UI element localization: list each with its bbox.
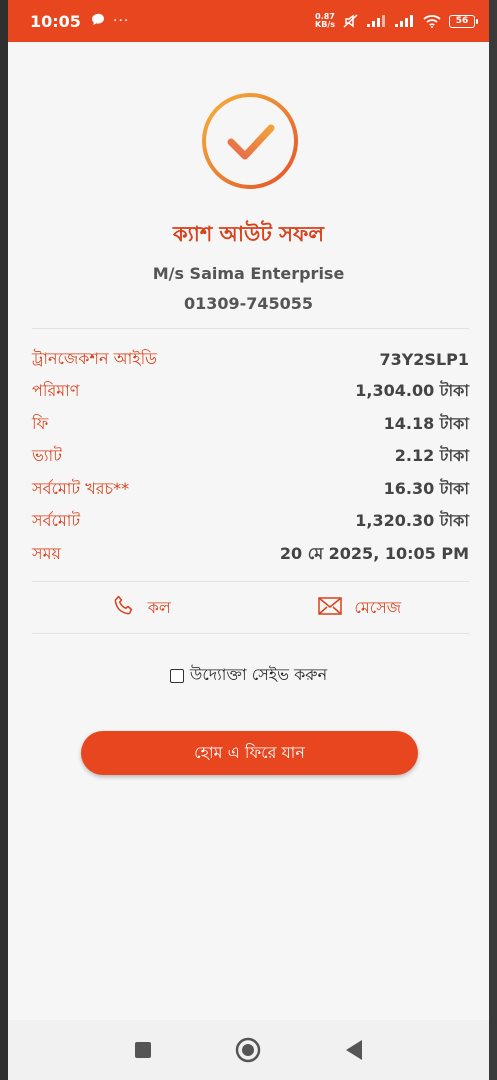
- message-button[interactable]: মেসেজ: [251, 592, 470, 624]
- transaction-details: ট্রানজেকশন আইডি 73Y2SLP1 পরিমাণ 1,304.00…: [32, 343, 469, 571]
- recents-button[interactable]: [134, 1041, 152, 1063]
- wifi-icon: [423, 14, 441, 28]
- detail-label: সর্বমোট: [32, 511, 81, 531]
- detail-label: ফি: [32, 413, 49, 433]
- call-button[interactable]: কল: [32, 592, 251, 624]
- success-title: ক্যাশ আউট সফল: [172, 222, 325, 246]
- detail-value: 1,320.30 টাকা: [355, 511, 469, 531]
- detail-value: 20 মে 2025, 10:05 PM: [279, 543, 469, 563]
- signal-icon-2: [395, 15, 415, 27]
- merchant-name: M/s Saima Enterprise: [152, 264, 345, 283]
- mail-icon: [318, 597, 343, 619]
- home-button[interactable]: হোম এ ফিরে যান: [81, 731, 418, 775]
- detail-row-fee: ফি 14.18 টাকা: [32, 408, 469, 441]
- detail-value: 1,304.00 টাকা: [355, 381, 469, 401]
- detail-label: ট্রানজেকশন আইডি: [32, 348, 157, 368]
- detail-row-transaction-id: ট্রানজেকশন আইডি 73Y2SLP1: [32, 343, 469, 376]
- status-time: 10:05: [30, 11, 81, 31]
- chat-bubble-icon: [91, 13, 105, 30]
- detail-label: সময়: [32, 543, 61, 563]
- merchant-number: 01309-745055: [183, 294, 314, 313]
- detail-row-time: সময় 20 মে 2025, 10:05 PM: [32, 538, 469, 571]
- navigation-bar: [8, 1020, 489, 1080]
- detail-value: 14.18 টাকা: [383, 413, 469, 433]
- signal-icon: [367, 15, 387, 27]
- detail-label: পরিমাণ: [32, 381, 80, 401]
- background-right: [489, 0, 497, 1080]
- detail-row-total-cost: সর্বমোট খরচ** 16.30 টাকা: [32, 473, 469, 506]
- phone-screen: 10:05 ··· 0.87 KB/s 56 ক্যাশ আউট সফল M/s…: [8, 0, 489, 1080]
- divider: [32, 581, 469, 582]
- save-merchant-row[interactable]: উদ্যোক্তা সেইভ করুন: [8, 662, 489, 689]
- network-speed: 0.87 KB/s: [315, 13, 335, 29]
- no-sound-icon: [343, 14, 359, 28]
- save-merchant-label: উদ্যোক্তা সেইভ করুন: [189, 665, 328, 684]
- phone-icon: [112, 594, 136, 622]
- speed-unit: KB/s: [315, 20, 335, 29]
- status-bar: 10:05 ··· 0.87 KB/s 56: [8, 0, 489, 42]
- contact-actions: কল মেসেজ: [32, 592, 469, 624]
- detail-row-amount: পরিমাণ 1,304.00 টাকা: [32, 376, 469, 409]
- detail-label: ভ্যাট: [32, 446, 62, 466]
- detail-value: 73Y2SLP1: [379, 349, 469, 369]
- detail-row-total: সর্বমোট 1,320.30 টাকা: [32, 506, 469, 539]
- battery-icon: 56: [449, 14, 478, 28]
- back-button[interactable]: [344, 1039, 364, 1065]
- message-label: মেসেজ: [354, 597, 402, 617]
- detail-row-vat: ভ্যাট 2.12 টাকা: [32, 441, 469, 474]
- check-circle-icon: [201, 92, 299, 190]
- save-merchant-checkbox[interactable]: [169, 668, 184, 683]
- call-label: কল: [147, 597, 171, 617]
- more-notifications-icon: ···: [112, 13, 130, 29]
- divider: [32, 633, 469, 634]
- background-left: [0, 0, 8, 1080]
- detail-value: 2.12 টাকা: [394, 446, 469, 466]
- status-indicators: 0.87 KB/s 56: [315, 13, 478, 29]
- divider: [32, 328, 469, 329]
- detail-value: 16.30 টাকা: [383, 478, 469, 498]
- home-nav-button[interactable]: [235, 1037, 261, 1067]
- detail-label: সর্বমোট খরচ**: [32, 478, 130, 498]
